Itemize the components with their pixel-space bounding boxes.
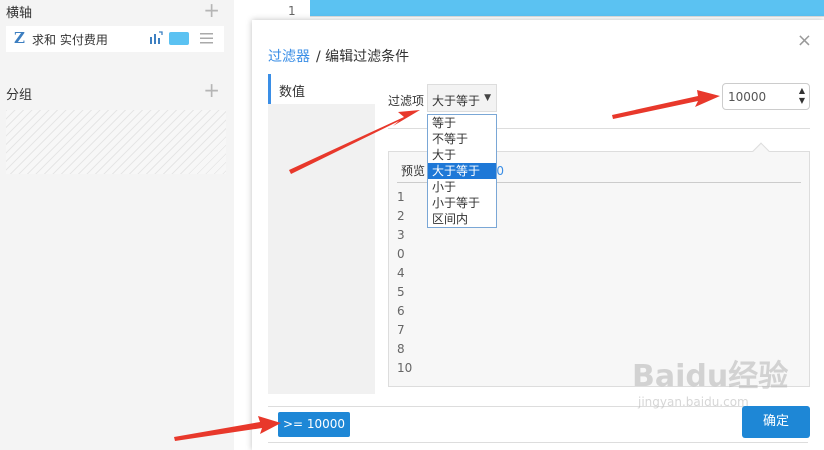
chart-type-icon[interactable] (149, 31, 163, 45)
watermark-url: jingyan.baidu.com (638, 395, 749, 409)
x-axis-field-chip[interactable]: Z 求和 实付费用 (6, 26, 224, 52)
add-group-icon[interactable]: + (203, 80, 220, 100)
filter-label: 过滤项 (388, 94, 425, 108)
watermark-brand: Baidu经验 (632, 359, 789, 394)
condition-option[interactable]: 大于等于 (428, 163, 496, 179)
preview-value: 0 (397, 247, 405, 261)
condition-option[interactable]: 小于等于 (428, 195, 496, 211)
bottom-divider (268, 442, 808, 443)
preview-label: 预览 (401, 164, 426, 178)
left-panel: 横轴 + Z 求和 实付费用 分组 + (0, 0, 234, 450)
row-number: 1 (288, 4, 296, 18)
preview-value: 4 (397, 266, 405, 280)
field-name: 求和 实付费用 (32, 33, 108, 47)
preview-values: 1 2 3 0 4 5 6 7 8 10 (397, 190, 412, 380)
preview-value: 7 (397, 323, 405, 337)
stepper-icon[interactable]: ▲ ▼ (799, 86, 805, 106)
breadcrumb: 过滤器 / 编辑过滤条件 (268, 46, 409, 66)
breadcrumb-current: / 编辑过滤条件 (316, 49, 410, 65)
dropdown-arrow-icon[interactable]: ▼ (484, 93, 491, 103)
condition-select-value: 大于等于 (432, 94, 481, 108)
condition-options-list: 等于 不等于 大于 大于等于 小于 小于等于 区间内 (427, 114, 497, 228)
filter-summary-button[interactable]: >= 10000 (278, 412, 350, 437)
color-swatch[interactable] (169, 32, 189, 45)
condition-option[interactable]: 区间内 (428, 211, 496, 227)
preview-value: 2 (397, 209, 405, 223)
x-axis-title: 横轴 (6, 6, 33, 21)
tab-numeric[interactable]: 数值 (268, 74, 375, 104)
condition-option[interactable]: 大于 (428, 147, 496, 163)
baidu-watermark: Baidu经验 jingyan.baidu.com (632, 359, 789, 409)
condition-option[interactable]: 不等于 (428, 131, 496, 147)
measure-type-icon: Z (14, 29, 25, 47)
preview-value: 6 (397, 304, 405, 318)
breadcrumb-filter-link[interactable]: 过滤器 (268, 49, 310, 65)
close-icon[interactable]: × (797, 32, 812, 50)
confirm-button[interactable]: 确定 (742, 406, 810, 438)
preview-value: 1 (397, 190, 405, 204)
threshold-value: 10000 (728, 90, 767, 104)
preview-value: 5 (397, 285, 405, 299)
preview-pointer (752, 142, 770, 160)
preview-value: 8 (397, 342, 405, 356)
preview-value: 10 (397, 361, 413, 375)
threshold-input[interactable]: 10000 ▲ ▼ (722, 83, 810, 110)
background-bar (310, 0, 824, 16)
condition-option[interactable]: 等于 (428, 115, 496, 131)
condition-option[interactable]: 小于 (428, 179, 496, 195)
background-divider (310, 16, 824, 17)
filter-tabs: 数值 (268, 74, 375, 394)
add-x-axis-icon[interactable]: + (203, 0, 220, 20)
preview-value: 3 (397, 228, 405, 242)
group-title: 分组 (6, 88, 33, 103)
condition-select[interactable]: 大于等于 ▼ (427, 84, 497, 112)
group-drop-zone[interactable] (6, 110, 226, 174)
menu-icon[interactable] (200, 33, 213, 44)
